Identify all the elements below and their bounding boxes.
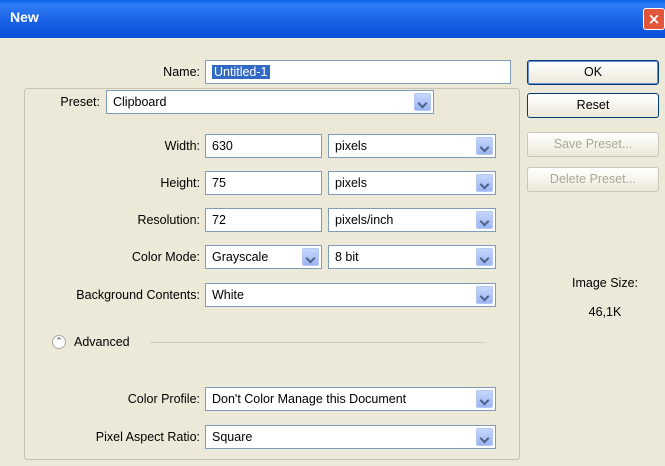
window-title: New — [10, 9, 39, 25]
reset-button[interactable]: Reset — [527, 93, 659, 118]
name-value: Untitled-1 — [212, 65, 270, 79]
height-unit-select[interactable]: pixels — [328, 171, 496, 195]
ok-button[interactable]: OK — [527, 60, 659, 85]
width-unit-value: pixels — [335, 139, 367, 153]
save-preset-button[interactable]: Save Preset... — [527, 132, 659, 157]
background-contents-select[interactable]: White — [205, 283, 496, 307]
bit-depth-value: 8 bit — [335, 250, 359, 264]
resolution-input[interactable]: 72 — [205, 208, 322, 232]
bit-depth-select[interactable]: 8 bit — [328, 245, 496, 269]
image-size-label: Image Size: — [571, 276, 638, 290]
name-label: Name: — [163, 65, 200, 79]
color-mode-value: Grayscale — [212, 250, 269, 264]
advanced-divider — [150, 342, 485, 343]
resolution-label: Resolution: — [137, 213, 200, 227]
color-profile-select[interactable]: Don't Color Manage this Document — [205, 387, 496, 411]
advanced-toggle-icon[interactable]: ⌃ — [52, 335, 66, 349]
chevron-down-icon — [476, 286, 493, 304]
chevron-down-icon — [476, 390, 493, 408]
pixel-aspect-ratio-select[interactable]: Square — [205, 425, 496, 449]
chevron-down-icon — [476, 211, 493, 229]
chevron-down-icon — [476, 428, 493, 446]
height-unit-value: pixels — [335, 176, 367, 190]
width-unit-select[interactable]: pixels — [328, 134, 496, 158]
chevron-down-icon — [414, 93, 431, 111]
height-input[interactable]: 75 — [205, 171, 322, 195]
preset-label: Preset: — [30, 91, 104, 113]
width-input[interactable]: 630 — [205, 134, 322, 158]
chevron-down-icon — [476, 137, 493, 155]
resolution-unit-value: pixels/inch — [335, 213, 394, 227]
pixel-aspect-ratio-label: Pixel Aspect Ratio: — [95, 430, 200, 444]
color-mode-select[interactable]: Grayscale — [205, 245, 322, 269]
preset-select[interactable]: Clipboard — [106, 90, 434, 114]
title-bar[interactable]: New × — [0, 0, 665, 38]
pixel-aspect-ratio-value: Square — [212, 430, 253, 444]
close-icon: × — [647, 10, 661, 28]
preset-value: Clipboard — [113, 95, 167, 109]
chevron-down-icon — [476, 248, 493, 266]
resolution-unit-select[interactable]: pixels/inch — [328, 208, 496, 232]
background-contents-label: Background Contents: — [76, 288, 200, 302]
close-button[interactable]: × — [643, 8, 665, 30]
background-contents-value: White — [212, 288, 244, 302]
advanced-label[interactable]: Advanced — [74, 331, 154, 353]
color-mode-label: Color Mode: — [131, 250, 200, 264]
new-document-dialog: New × Name: Untitled-1 Preset: Clipboard… — [0, 0, 665, 466]
image-size-value: 46,1K — [588, 305, 622, 319]
color-profile-value: Don't Color Manage this Document — [212, 392, 407, 406]
chevron-down-icon — [302, 248, 319, 266]
height-label: Height: — [160, 176, 200, 190]
chevron-down-icon — [476, 174, 493, 192]
delete-preset-button[interactable]: Delete Preset... — [527, 167, 659, 192]
width-label: Width: — [164, 139, 200, 153]
color-profile-label: Color Profile: — [127, 392, 200, 406]
name-input[interactable]: Untitled-1 — [205, 60, 511, 84]
